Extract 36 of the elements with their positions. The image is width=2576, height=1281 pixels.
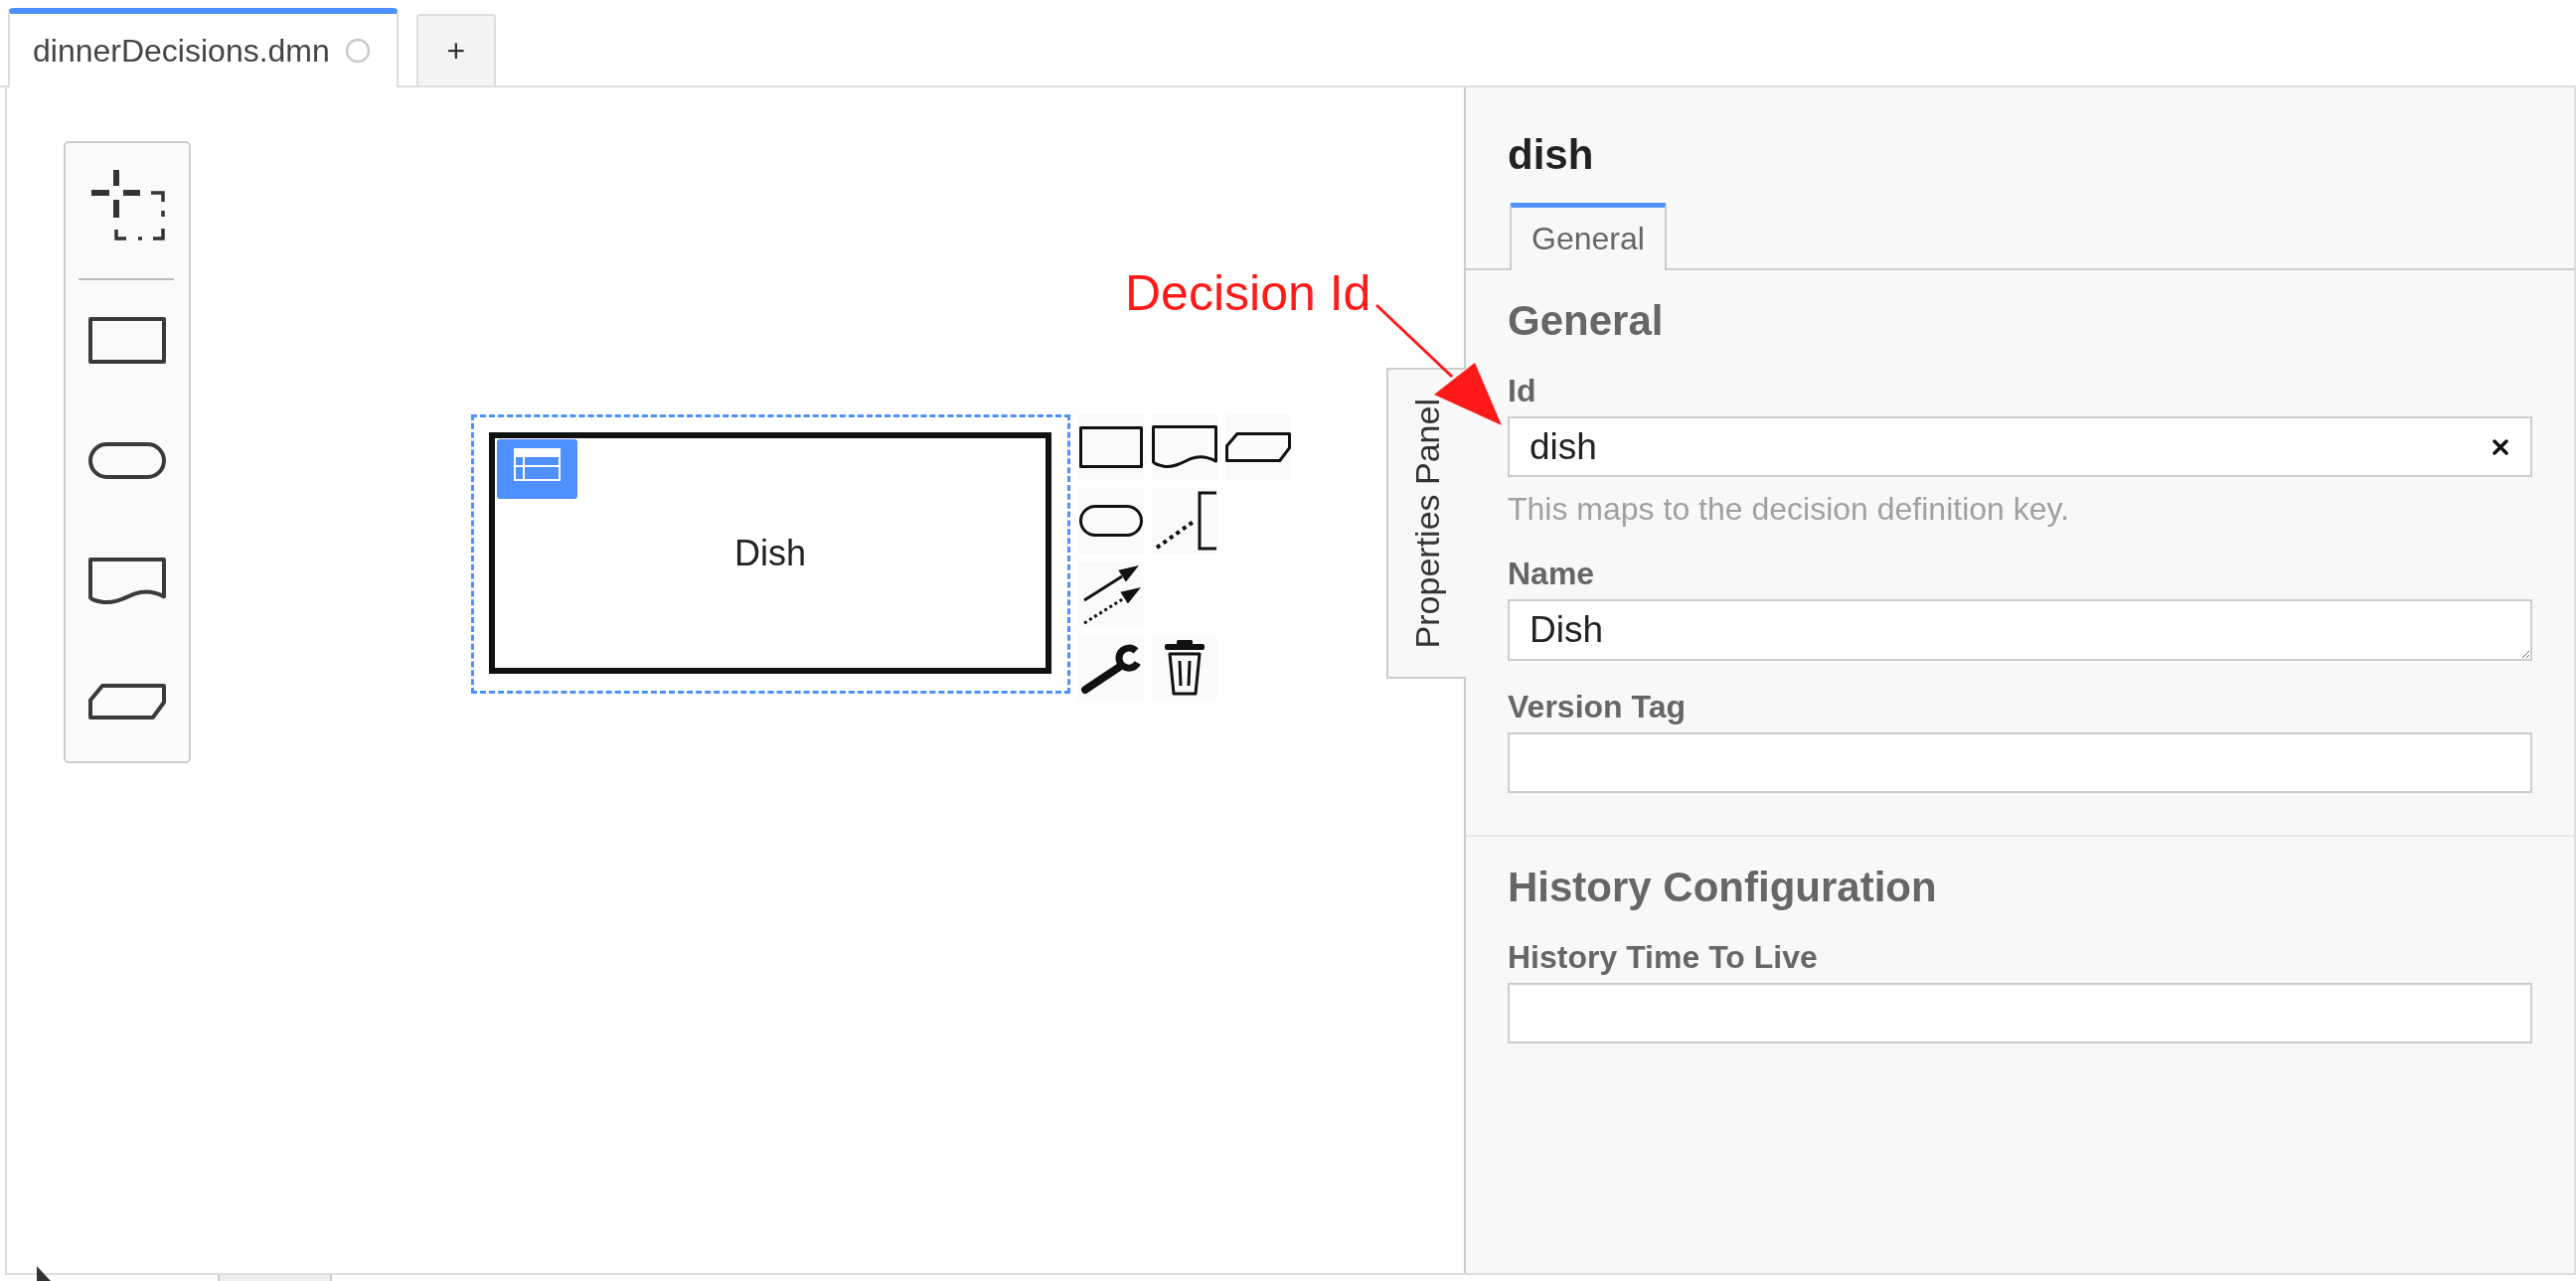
field-label: Version Tag: [1508, 689, 1687, 725]
node-label: Dish: [734, 532, 806, 574]
field-label: Id: [1508, 373, 1537, 409]
rectangle-icon[interactable]: [1079, 426, 1143, 468]
field-label: History Time To Live: [1508, 939, 1819, 976]
group-heading: General: [1508, 297, 1665, 345]
field-label: Name: [1508, 556, 1596, 592]
decision-node[interactable]: Dish: [489, 432, 1051, 674]
selection-outline[interactable]: Dish: [471, 414, 1070, 694]
input-field[interactable]: [1508, 732, 2532, 793]
file-tab[interactable]: dinnerDecisions.dmn: [8, 8, 399, 87]
context-pad-button[interactable]: [1078, 414, 1144, 480]
cut-corner-shape-icon[interactable]: [88, 683, 166, 720]
context-pad-button[interactable]: [1152, 635, 1217, 701]
cut-corner-shape-icon[interactable]: [1225, 432, 1291, 462]
rounded-rectangle-icon[interactable]: [88, 442, 166, 479]
field-description: This maps to the decision definition key.: [1508, 491, 2071, 528]
rounded-rectangle-icon[interactable]: [1079, 505, 1143, 537]
annotation-label: Decision Id: [1125, 264, 1371, 322]
table-icon: [497, 439, 577, 499]
context-pad-button[interactable]: [1225, 414, 1291, 480]
properties-panel-toggle[interactable]: Properties Panel: [1386, 368, 1466, 679]
add-tab-button[interactable]: +: [415, 14, 496, 85]
triangle-icon: [37, 1266, 51, 1281]
context-pad-button[interactable]: [1152, 414, 1217, 480]
panel-tab[interactable]: General: [1510, 203, 1667, 270]
wavy-document-icon[interactable]: [1152, 425, 1217, 469]
lasso-icon[interactable]: [89, 169, 165, 240]
textarea-field[interactable]: Dish: [1508, 599, 2532, 661]
trash-icon[interactable]: [1162, 640, 1208, 696]
context-pad-button[interactable]: [1078, 488, 1144, 554]
input-field[interactable]: [1508, 983, 2532, 1043]
panel-title: dish: [1507, 130, 1595, 179]
group-heading: History Configuration: [1508, 864, 1938, 911]
wavy-document-icon[interactable]: [88, 557, 166, 605]
rectangle-icon[interactable]: [88, 317, 166, 364]
